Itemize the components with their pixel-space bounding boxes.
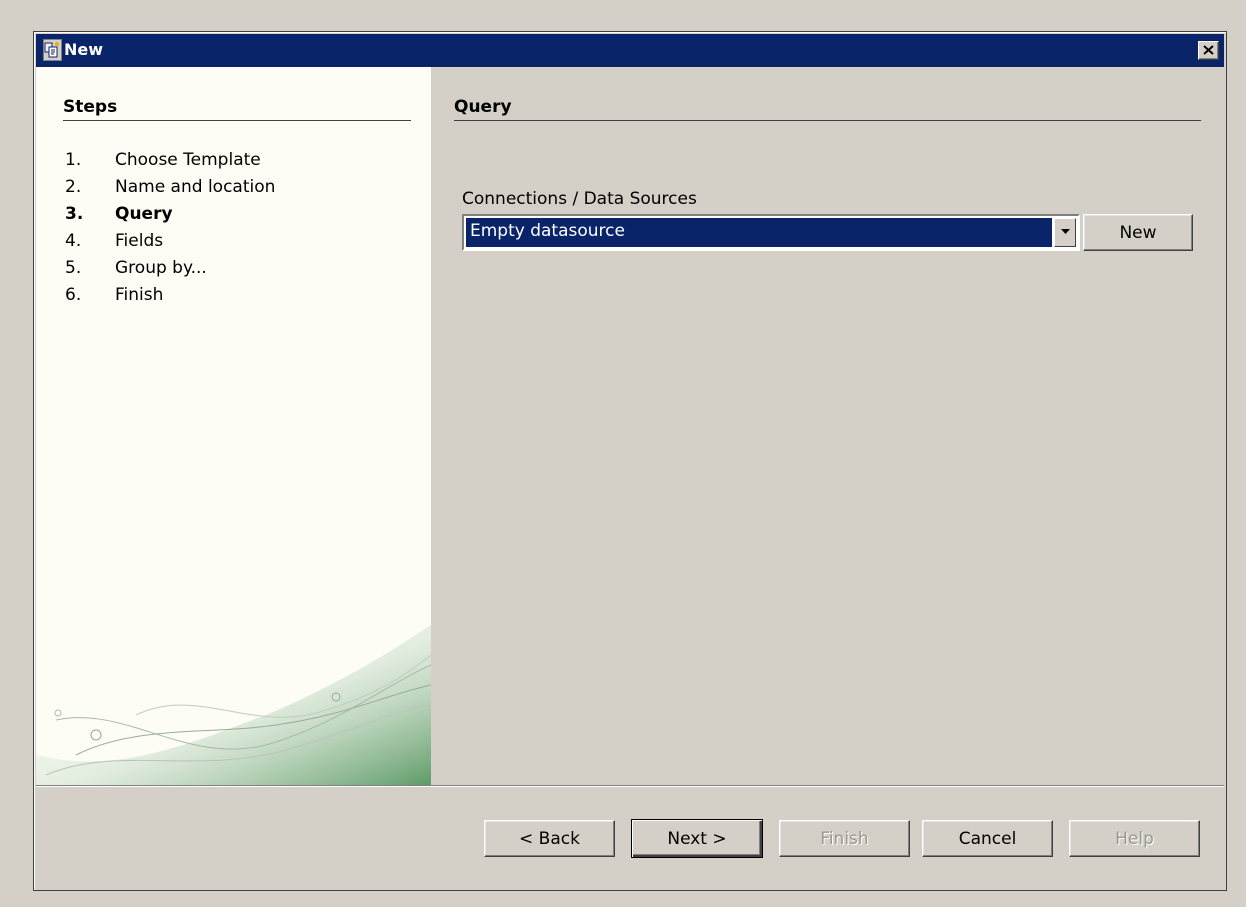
new-connection-button[interactable]: New — [1083, 214, 1193, 251]
cancel-button[interactable]: Cancel — [922, 820, 1053, 857]
dropdown-arrow-button[interactable] — [1054, 218, 1076, 247]
content-panel: Query Connections / Data Sources Empty d… — [431, 67, 1224, 785]
section-title: Query — [454, 97, 1201, 121]
step-number: 6. — [65, 285, 82, 305]
footer-separator — [36, 785, 1224, 787]
connections-dropdown[interactable]: Empty datasource — [462, 214, 1080, 251]
step-item-name-and-location: 2. Name and location — [65, 174, 275, 201]
decorative-swirl-graphic — [36, 625, 431, 785]
step-label: Query — [115, 204, 173, 224]
window-title: New — [64, 40, 104, 59]
step-label: Name and location — [115, 177, 276, 197]
step-item-choose-template: 1. Choose Template — [65, 147, 275, 174]
connections-label: Connections / Data Sources — [462, 189, 697, 209]
wizard-dialog: New Steps 1. Choose Template 2. Name and l… — [33, 31, 1227, 891]
step-label: Finish — [115, 285, 164, 305]
steps-list: 1. Choose Template 2. Name and location 3.… — [65, 147, 275, 309]
close-button[interactable] — [1198, 41, 1219, 60]
step-number: 3. — [65, 204, 84, 224]
steps-panel: Steps 1. Choose Template 2. Name and locat… — [36, 67, 431, 785]
step-item-query: 3. Query — [65, 201, 275, 228]
chevron-down-icon — [1061, 229, 1070, 234]
close-icon — [1203, 45, 1214, 55]
help-button[interactable]: Help — [1069, 820, 1200, 857]
step-label: Fields — [115, 231, 164, 251]
step-label: Group by... — [115, 258, 207, 278]
step-item-fields: 4. Fields — [65, 228, 275, 255]
steps-heading: Steps — [63, 97, 411, 121]
step-number: 2. — [65, 177, 82, 197]
step-number: 1. — [65, 150, 82, 170]
back-button[interactable]: < Back — [484, 820, 615, 857]
step-number: 4. — [65, 231, 82, 251]
title-bar[interactable]: New — [36, 34, 1224, 67]
wizard-app-icon — [43, 39, 62, 61]
finish-button[interactable]: Finish — [779, 820, 910, 857]
step-number: 5. — [65, 258, 82, 278]
connections-selected-value: Empty datasource — [466, 218, 1052, 247]
next-button[interactable]: Next > — [631, 819, 763, 858]
step-label: Choose Template — [115, 150, 261, 170]
step-item-finish: 6. Finish — [65, 282, 275, 309]
step-item-group-by: 5. Group by... — [65, 255, 275, 282]
